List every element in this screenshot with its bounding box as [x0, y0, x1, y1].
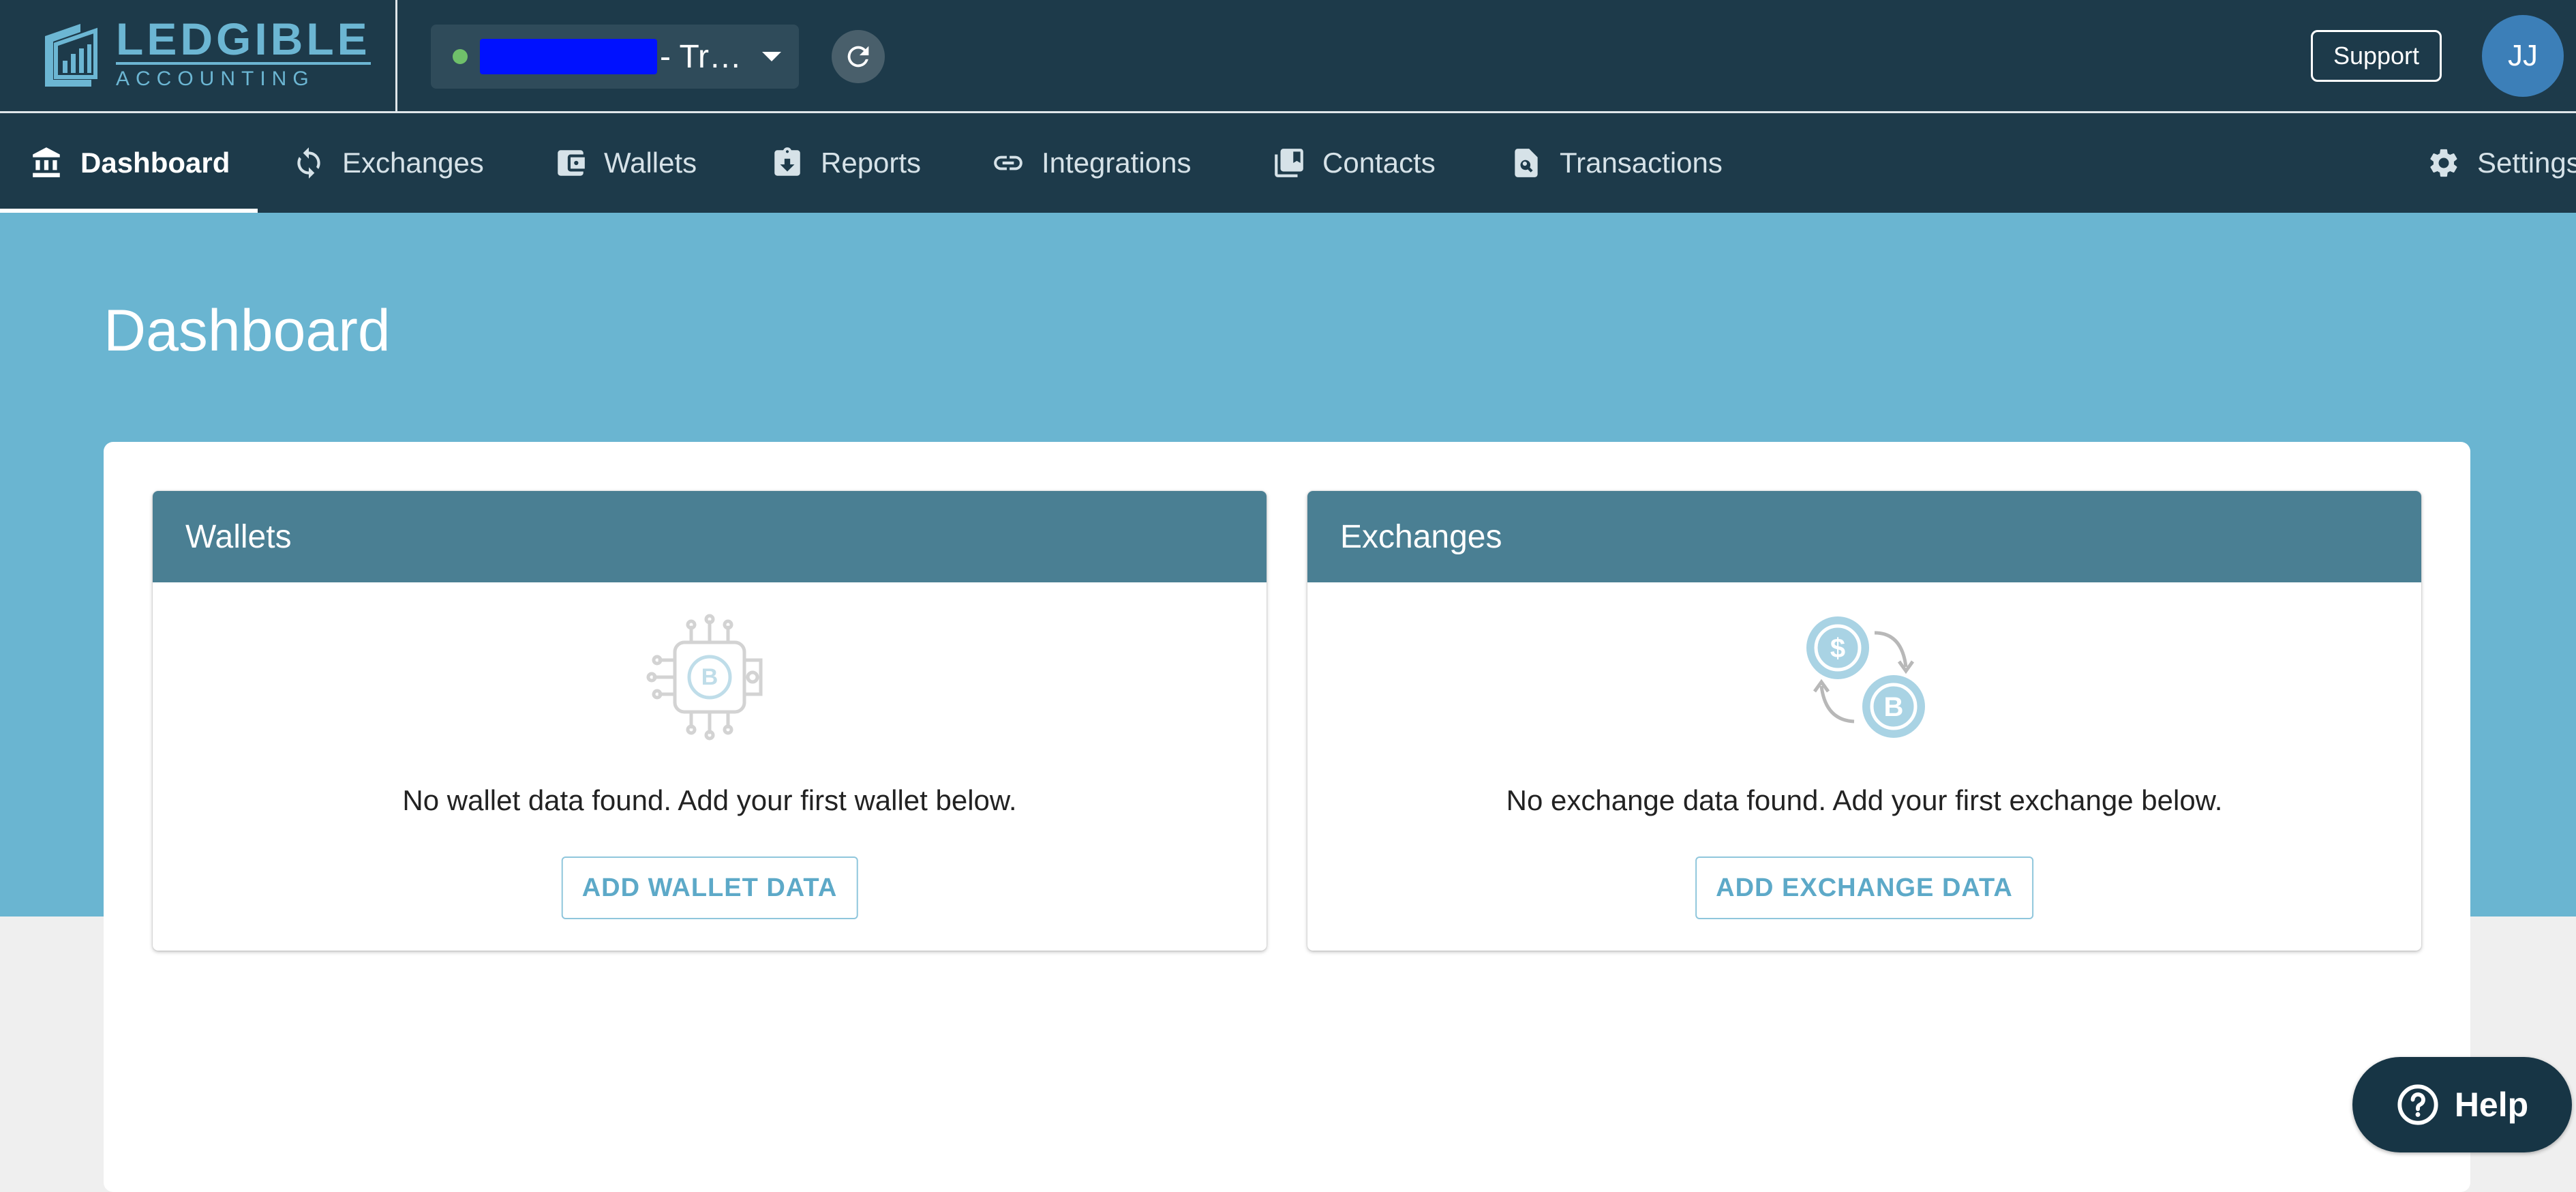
- nav-item-integrations[interactable]: Integrations: [991, 113, 1191, 213]
- refresh-button[interactable]: [832, 30, 885, 83]
- nav-item-transactions[interactable]: Transactions: [1509, 113, 1723, 213]
- exchanges-empty-message: No exchange data found. Add your first e…: [1506, 784, 2223, 816]
- link-icon: [991, 146, 1025, 180]
- header-divider: [395, 0, 397, 113]
- nav-label: Integrations: [1042, 147, 1192, 179]
- exchanges-card: Exchanges $ B No exchange data found. Ad…: [1307, 491, 2421, 951]
- bitcoin-wallet-circuit-icon: B: [646, 614, 763, 741]
- status-dot-icon: [453, 49, 468, 64]
- top-bar: LEDGIBLE ACCOUNTING - Tr… Support JJ: [0, 0, 2576, 113]
- page-title: Dashboard: [104, 298, 391, 363]
- svg-text:B: B: [1884, 692, 1904, 722]
- refresh-icon: [847, 46, 869, 68]
- help-button[interactable]: Help: [2352, 1057, 2572, 1152]
- nav-label: Contacts: [1322, 147, 1436, 179]
- logo-subtitle: ACCOUNTING: [116, 68, 315, 90]
- nav-item-dashboard[interactable]: Dashboard: [30, 113, 230, 213]
- nav-label: Wallets: [604, 147, 697, 179]
- nav-label: Reports: [821, 147, 922, 179]
- redacted-org-name: [480, 39, 657, 74]
- ledgible-logo-icon: [45, 24, 97, 87]
- wallets-card-header: Wallets: [153, 491, 1267, 582]
- organization-select[interactable]: - Tr…: [431, 25, 799, 89]
- wallets-empty-message: No wallet data found. Add your first wal…: [402, 784, 1017, 816]
- logo[interactable]: LEDGIBLE ACCOUNTING: [41, 14, 371, 90]
- user-avatar[interactable]: JJ: [2482, 15, 2564, 97]
- support-button[interactable]: Support: [2311, 30, 2442, 82]
- document-search-icon: [1509, 146, 1543, 180]
- nav-label: Settings: [2477, 147, 2576, 179]
- nav-label: Dashboard: [80, 147, 230, 179]
- contacts-book-icon: [1272, 146, 1306, 180]
- organization-label: - Tr…: [660, 38, 742, 75]
- svg-text:B: B: [701, 664, 718, 690]
- nav-label: Transactions: [1560, 147, 1723, 179]
- nav-item-settings[interactable]: Settings: [2427, 113, 2576, 213]
- nav-item-exchanges[interactable]: Exchanges: [292, 113, 484, 213]
- wallets-card: Wallets B No wallet data found. Add your…: [153, 491, 1267, 951]
- help-label: Help: [2454, 1086, 2529, 1124]
- exchanges-card-header: Exchanges: [1307, 491, 2421, 582]
- wallet-icon: [554, 146, 588, 180]
- help-circle-icon: [2397, 1084, 2438, 1125]
- bank-icon: [30, 146, 64, 180]
- nav-item-contacts[interactable]: Contacts: [1272, 113, 1436, 213]
- dollar-bitcoin-exchange-icon: $ B: [1806, 616, 1925, 738]
- add-exchange-button[interactable]: ADD EXCHANGE DATA: [1695, 856, 2033, 919]
- nav-item-reports[interactable]: Reports: [770, 113, 921, 213]
- nav-item-wallets[interactable]: Wallets: [554, 113, 697, 213]
- nav-label: Exchanges: [342, 147, 484, 179]
- add-wallet-button[interactable]: ADD WALLET DATA: [561, 856, 858, 919]
- logo-name: LEDGIBLE: [116, 14, 371, 65]
- gear-icon: [2427, 146, 2461, 180]
- caret-down-icon: [761, 52, 781, 61]
- main-nav: Dashboard Exchanges Wallets Reports Inte…: [0, 113, 2576, 213]
- sync-icon: [292, 146, 326, 180]
- clipboard-download-icon: [770, 146, 804, 180]
- svg-text:$: $: [1830, 634, 1845, 664]
